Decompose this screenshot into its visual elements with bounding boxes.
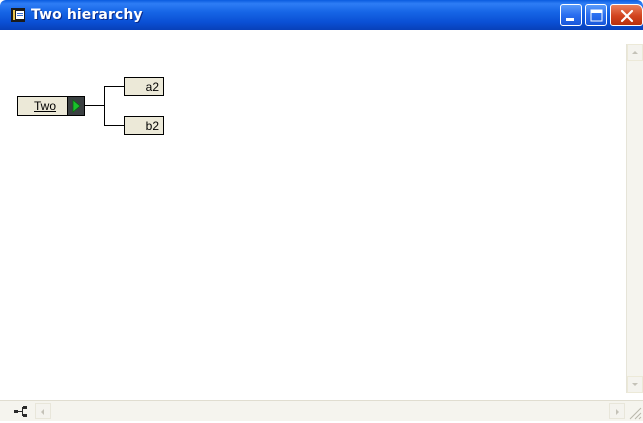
scroll-up-button[interactable] [627,44,643,61]
child-node-label: b2 [145,119,159,133]
root-node-two[interactable]: Two [17,96,85,116]
child-node-label: a2 [145,80,159,94]
triangle-right-icon [72,99,81,113]
horizontal-scrollbar[interactable] [0,400,643,421]
arrow-left-icon [41,409,44,415]
scroll-down-button[interactable] [627,376,643,393]
child-node-b2[interactable]: b2 [124,116,164,135]
hierarchy-icon[interactable] [13,404,33,419]
scroll-right-button[interactable] [609,403,625,419]
arrow-right-icon [616,409,619,415]
scroll-left-button[interactable] [35,403,51,419]
arrow-up-icon [632,51,638,54]
arrow-down-icon [632,383,638,386]
resize-grip-icon[interactable] [626,404,643,421]
hierarchy-window: Two hierarchy Two a2 b2 [0,0,643,421]
child-node-a2[interactable]: a2 [124,77,164,96]
expand-toggle[interactable] [67,97,84,115]
vertical-scrollbar[interactable] [626,44,643,393]
tree-connectors [85,86,124,126]
root-node-label: Two [34,99,57,113]
